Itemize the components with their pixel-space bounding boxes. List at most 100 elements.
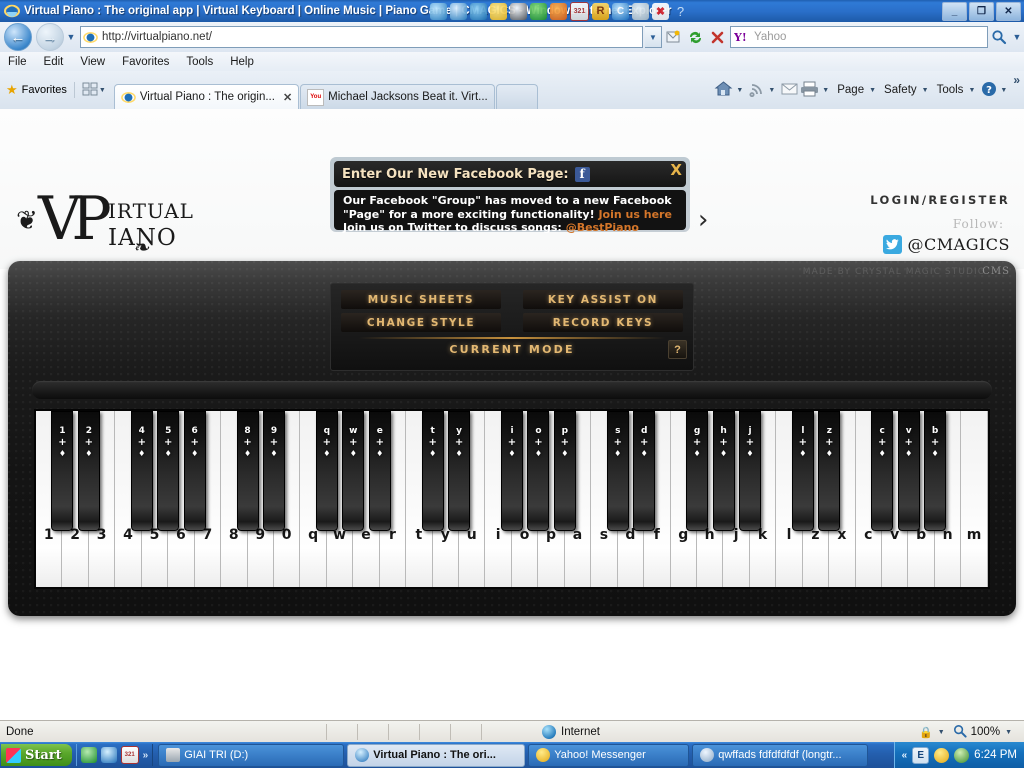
menu-item-file[interactable]: File: [8, 56, 27, 68]
black-key-b[interactable]: b + ♦: [924, 411, 947, 531]
black-key-t[interactable]: t + ♦: [421, 411, 444, 531]
black-key-v[interactable]: v + ♦: [897, 411, 920, 531]
restore-button[interactable]: ❐: [969, 2, 994, 21]
menu-item-tools[interactable]: Tools: [186, 56, 213, 68]
tab-close-icon[interactable]: ✕: [283, 91, 292, 104]
taskbar-button-giai-tri[interactable]: GIAI TRI (D:): [158, 743, 345, 767]
join-us-here-link[interactable]: Join us here: [598, 208, 671, 221]
command-safety-button[interactable]: Safety: [882, 84, 919, 96]
menu-item-help[interactable]: Help: [230, 56, 254, 68]
key-assist-button[interactable]: KEY ASSIST ON: [523, 290, 683, 309]
print-caret-icon[interactable]: ▼: [821, 87, 833, 94]
security-zone[interactable]: Internet: [542, 725, 600, 739]
menu-item-view[interactable]: View: [80, 56, 105, 68]
window-controls[interactable]: _ ❐ ✕: [942, 2, 1021, 21]
tray-ie-icon[interactable]: E: [912, 746, 930, 764]
icon-ie-quicklaunch[interactable]: [100, 747, 117, 763]
black-key-h[interactable]: h + ♦: [712, 411, 735, 531]
black-key-g[interactable]: g + ♦: [686, 411, 709, 531]
black-key-q[interactable]: q + ♦: [315, 411, 338, 531]
cms-logo[interactable]: CMS: [982, 266, 1010, 277]
quick-tabs-icon[interactable]: [82, 81, 98, 100]
taskbar-clock[interactable]: 6:24 PM: [974, 749, 1017, 761]
search-provider-dropdown[interactable]: ▼: [1010, 32, 1024, 42]
address-dropdown-button[interactable]: ▼: [645, 26, 662, 48]
close-button[interactable]: ✕: [996, 2, 1021, 21]
command-page-button[interactable]: Page: [835, 84, 866, 96]
login-register-link[interactable]: LOGIN/REGISTER: [870, 193, 1010, 207]
back-button[interactable]: ←: [4, 23, 32, 51]
black-key-j[interactable]: j + ♦: [739, 411, 761, 531]
menu-item-edit[interactable]: Edit: [44, 56, 64, 68]
recent-pages-dropdown[interactable]: ▼: [64, 32, 78, 42]
tray-expand-icon[interactable]: «: [902, 750, 908, 761]
black-key-9[interactable]: 9 + ♦: [263, 411, 285, 531]
zoom-caret-icon[interactable]: ▼: [1004, 729, 1016, 736]
stop-button[interactable]: [706, 26, 728, 48]
black-key-z[interactable]: z + ♦: [818, 411, 841, 531]
home-caret-icon[interactable]: ▼: [735, 87, 747, 94]
refresh-button[interactable]: [684, 26, 706, 48]
address-bar[interactable]: http://virtualpiano.net/: [80, 26, 643, 48]
black-key-c[interactable]: c + ♦: [871, 411, 894, 531]
black-key-d[interactable]: d + ♦: [633, 411, 656, 531]
command-bar-overflow-icon[interactable]: »: [1013, 73, 1020, 87]
white-key-m[interactable]: m: [961, 411, 988, 587]
black-key-w[interactable]: w + ♦: [342, 411, 365, 531]
help-icon[interactable]: ?: [981, 81, 997, 100]
taskbar-button-qwffads[interactable]: qwffads fdfdfdfdf (longtr...: [692, 743, 869, 767]
safety-caret-icon[interactable]: ▼: [921, 87, 933, 94]
black-key-1[interactable]: 1 + ♦: [51, 411, 74, 531]
tab-list-caret-icon[interactable]: ▼: [98, 87, 110, 94]
print-icon[interactable]: [800, 81, 819, 100]
search-icon[interactable]: [988, 26, 1010, 48]
quicklaunch-overflow-icon[interactable]: »: [143, 750, 149, 761]
banner-next-arrow-icon[interactable]: ›: [698, 205, 708, 235]
icon-opera-quicklaunch[interactable]: [80, 747, 97, 763]
tools-caret-icon[interactable]: ▼: [967, 87, 979, 94]
black-key-p[interactable]: p + ♦: [553, 411, 576, 531]
page-caret-icon[interactable]: ▼: [868, 87, 880, 94]
black-key-2[interactable]: 2 + ♦: [77, 411, 100, 531]
black-key-s[interactable]: s + ♦: [606, 411, 629, 531]
black-key-y[interactable]: y + ♦: [448, 411, 471, 531]
twitter-follow-row[interactable]: @CMAGICS: [882, 235, 1010, 254]
feeds-icon[interactable]: [749, 81, 765, 100]
tray-globe-icon[interactable]: [954, 747, 970, 763]
help-question-button[interactable]: ?: [668, 340, 687, 359]
black-key-e[interactable]: e + ♦: [368, 411, 391, 531]
black-key-6[interactable]: 6 + ♦: [183, 411, 206, 531]
mail-icon[interactable]: [781, 82, 798, 99]
search-input[interactable]: Y! Yahoo: [730, 26, 988, 48]
menu-item-favorites[interactable]: Favorites: [122, 56, 169, 68]
tab-virtual-piano[interactable]: Virtual Piano : The origin... ✕: [113, 84, 300, 109]
black-key-i[interactable]: i + ♦: [501, 411, 523, 531]
black-key-8[interactable]: 8 + ♦: [236, 411, 259, 531]
change-style-button[interactable]: CHANGE STYLE: [341, 313, 501, 332]
help-caret-icon[interactable]: ▼: [999, 87, 1011, 94]
facebook-icon[interactable]: f: [574, 166, 590, 182]
black-key-o[interactable]: o + ♦: [527, 411, 550, 531]
black-key-5[interactable]: 5 + ♦: [157, 411, 180, 531]
bestpiano-twitter-link[interactable]: @BestPiano: [566, 221, 639, 234]
tray-yahoo-messenger-icon[interactable]: [934, 747, 950, 763]
music-sheets-button[interactable]: MUSIC SHEETS: [341, 290, 501, 309]
new-tab-button[interactable]: [495, 84, 538, 109]
compatibility-view-button[interactable]: [662, 26, 684, 48]
protected-mode-caret-icon[interactable]: ▼: [937, 729, 949, 736]
command-tools-button[interactable]: Tools: [935, 84, 966, 96]
tab-youtube-michael-jackson[interactable]: You Michael Jacksons Beat it. Virt...: [300, 84, 495, 109]
home-icon[interactable]: [714, 80, 733, 100]
record-keys-button[interactable]: RECORD KEYS: [523, 313, 683, 332]
black-key-4[interactable]: 4 + ♦: [130, 411, 153, 531]
taskbar-button-virtual-piano[interactable]: Virtual Piano : The ori...: [347, 743, 526, 767]
banner-close-icon[interactable]: X: [670, 161, 682, 179]
virtual-piano-logo[interactable]: ❦ VP IRTUAL IANO ❧: [16, 187, 193, 267]
feeds-caret-icon[interactable]: ▼: [767, 87, 779, 94]
current-mode-label[interactable]: CURRENT MODE: [449, 343, 574, 356]
start-button[interactable]: Start: [1, 744, 72, 766]
taskbar-button-yahoo-messenger[interactable]: Yahoo! Messenger: [528, 743, 690, 767]
zoom-control[interactable]: 🔒 ▼ 100% ▼: [919, 724, 1024, 741]
twitter-icon[interactable]: [882, 235, 902, 254]
forward-button[interactable]: →: [36, 23, 64, 51]
